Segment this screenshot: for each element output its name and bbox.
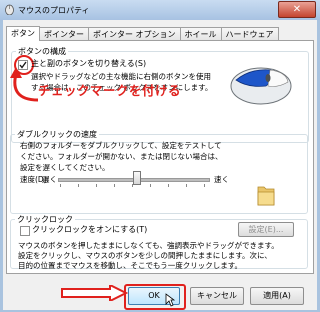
slider-tick bbox=[60, 184, 61, 187]
title-bar[interactable]: マウスのプロパティ ✕ bbox=[0, 0, 320, 20]
tab-strip: ボタン ポインター ポインター オプション ホイール ハードウェア bbox=[6, 26, 279, 41]
slider-tick bbox=[204, 184, 205, 187]
annotation-text: チェックマークを付ける bbox=[38, 83, 182, 98]
click-lock-settings-button[interactable]: 設定(E)... bbox=[238, 222, 294, 237]
tab-buttons[interactable]: ボタン bbox=[6, 26, 40, 41]
mouse-app-icon bbox=[5, 4, 14, 15]
double-click-speed-thumb[interactable] bbox=[133, 171, 141, 185]
tab-pointer-options[interactable]: ポインター オプション bbox=[88, 27, 181, 41]
slider-tick bbox=[114, 184, 115, 187]
mouse-illustration bbox=[230, 67, 292, 105]
tab-wheel[interactable]: ホイール bbox=[179, 27, 222, 41]
cancel-button[interactable]: キャンセル bbox=[190, 287, 244, 305]
switch-buttons-label: 主と副のボタンを切り替える(S) bbox=[31, 59, 147, 68]
test-folder-icon[interactable] bbox=[256, 184, 276, 207]
slider-tick bbox=[150, 184, 151, 187]
window-title: マウスのプロパティ bbox=[18, 6, 90, 15]
close-button[interactable]: ✕ bbox=[278, 1, 316, 18]
slider-tick bbox=[168, 184, 169, 187]
tab-hardware[interactable]: ハードウェア bbox=[220, 27, 279, 41]
speed-fast-label: 速く bbox=[214, 175, 229, 184]
double-click-desc-line3: 設定を遅くしてください。 bbox=[20, 163, 110, 172]
close-icon: ✕ bbox=[292, 4, 302, 15]
double-click-desc-line2: ください。フォルダーが開かない、または閉じない場合は、 bbox=[20, 152, 223, 161]
slider-tick bbox=[96, 184, 97, 187]
slider-tick bbox=[186, 184, 187, 187]
slider-tick bbox=[78, 184, 79, 187]
apply-button[interactable]: 適用(A) bbox=[250, 287, 304, 305]
tab-pointers[interactable]: ポインター bbox=[39, 27, 89, 41]
speed-slow-label: 遅く bbox=[42, 175, 57, 184]
cursor-icon bbox=[165, 293, 175, 307]
slider-tick bbox=[132, 184, 133, 187]
click-lock-checkbox[interactable] bbox=[20, 226, 30, 236]
annotation-arrow-ok bbox=[61, 285, 128, 301]
double-click-desc-line1: 右側のフォルダーをダブルクリックして、設定をテストして bbox=[20, 141, 222, 150]
click-lock-label: クリックロックをオンにする(T) bbox=[32, 225, 148, 234]
double-click-group-label: ダブルクリックの速度 bbox=[15, 129, 99, 140]
click-lock-desc-line3: 目的の位置までマウスを移動し、そこでもう一度クリックします。 bbox=[18, 261, 243, 270]
